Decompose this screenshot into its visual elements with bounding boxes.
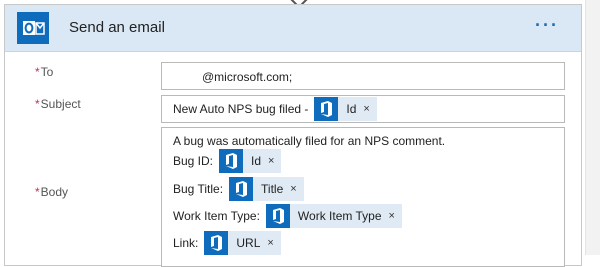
remove-token-icon[interactable]: × [290, 183, 296, 195]
body-field[interactable]: A bug was automatically filed for an NPS… [161, 127, 565, 267]
devops-icon [265, 204, 290, 228]
token-id[interactable]: Id × [314, 97, 377, 121]
subject-text: New Auto NPS bug filed - [173, 102, 309, 116]
send-email-action-card: Send an email ··· *To @microsoft.com; *S… [4, 4, 582, 267]
body-line-bug-id: Bug ID: Id × [173, 149, 282, 173]
remove-token-icon[interactable]: × [363, 103, 369, 115]
to-value: @microsoft.com; [202, 70, 293, 84]
remove-token-icon[interactable]: × [389, 210, 395, 222]
token-url[interactable]: URL × [204, 231, 281, 255]
token-label: Work Item Type [297, 209, 382, 223]
required-mark: * [35, 65, 40, 79]
body-line-work-item-type: Work Item Type: Work Item Type × [173, 204, 402, 228]
body-label: *Body [35, 185, 68, 199]
outlook-icon [17, 12, 49, 44]
more-options-button[interactable]: ··· [535, 15, 559, 36]
body-line-link: Link: URL × [173, 231, 281, 255]
token-label: Title [261, 182, 284, 196]
subject-label-text: Subject [40, 97, 81, 111]
line-prefix: Link: [173, 236, 199, 250]
card-header[interactable]: Send an email ··· [5, 5, 581, 52]
required-mark: * [35, 97, 40, 111]
token-label: URL [236, 236, 261, 250]
scrollbar[interactable] [585, 0, 600, 255]
to-label: *To [35, 65, 53, 79]
to-label-text: To [40, 65, 54, 79]
body-intro: A bug was automatically filed for an NPS… [173, 134, 446, 148]
token-work-item-type[interactable]: Work Item Type × [265, 204, 402, 228]
token-label: Id [346, 102, 357, 116]
devops-icon [314, 97, 339, 121]
subject-field[interactable]: New Auto NPS bug filed - Id × [161, 95, 565, 123]
token-id[interactable]: Id × [219, 149, 282, 173]
token-title[interactable]: Title × [229, 177, 304, 201]
card-title: Send an email [69, 19, 165, 36]
devops-icon [219, 149, 244, 173]
to-field[interactable]: @microsoft.com; [161, 62, 565, 90]
devops-icon [204, 231, 229, 255]
subject-label: *Subject [35, 97, 81, 111]
line-prefix: Bug ID: [173, 154, 214, 168]
line-prefix: Bug Title: [173, 182, 224, 196]
devops-icon [229, 177, 254, 201]
body-label-text: Body [40, 185, 69, 199]
required-mark: * [35, 185, 40, 199]
body-line-bug-title: Bug Title: Title × [173, 177, 304, 201]
remove-token-icon[interactable]: × [267, 237, 273, 249]
token-label: Id [251, 154, 262, 168]
remove-token-icon[interactable]: × [268, 155, 274, 167]
line-prefix: Work Item Type: [173, 209, 260, 223]
